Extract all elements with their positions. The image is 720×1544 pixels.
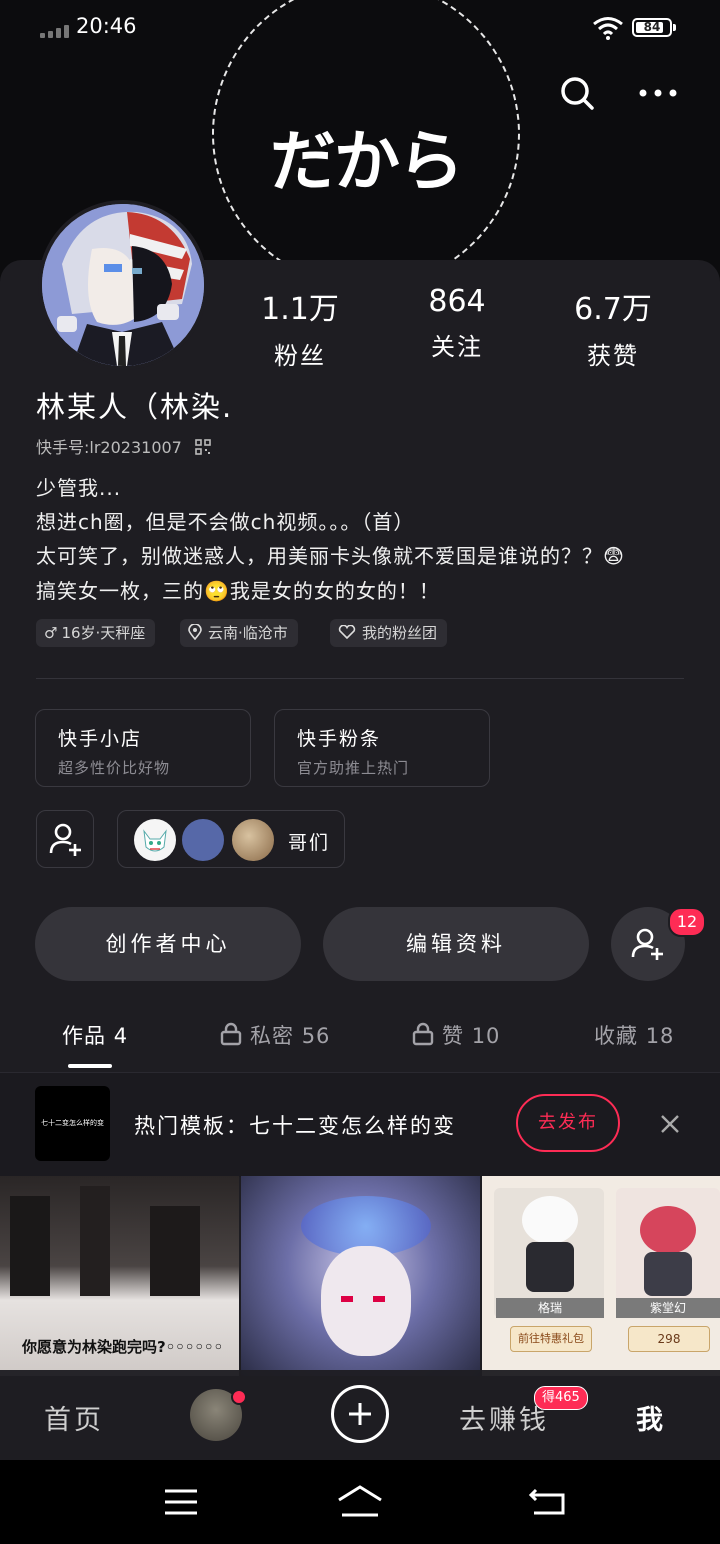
tag-location: 云南·临沧市 — [180, 619, 298, 647]
stat-likes[interactable]: 6.7万 获赞 — [538, 284, 688, 371]
status-bar: 20:46 84 — [0, 0, 720, 56]
edit-profile-button[interactable]: 编辑资料 — [323, 907, 589, 981]
add-person-icon — [49, 823, 81, 856]
create-button[interactable] — [331, 1385, 389, 1443]
card-subtitle: 超多性价比好物 — [58, 759, 171, 777]
qr-code-icon[interactable] — [195, 439, 211, 455]
card-kuaishou-promote[interactable]: 快手粉条 官方助推上热门 — [274, 709, 490, 787]
battery-level: 84 — [643, 20, 661, 34]
likes-label: 获赞 — [587, 342, 639, 370]
promo-text[interactable]: 热门模板：七十二变怎么样的变 — [134, 1110, 456, 1140]
tab-favorites[interactable]: 收藏 18 — [594, 1020, 674, 1050]
thumbnail-caption: 你愿意为林染跑完吗?◦◦◦◦◦◦ — [22, 1338, 224, 1356]
video-thumbnail[interactable]: 你愿意为林染跑完吗?◦◦◦◦◦◦ — [0, 1176, 239, 1376]
kuaishou-id: 快手号:lr20231007 — [36, 438, 182, 457]
profile-name: 林某人（林染. — [36, 390, 234, 424]
search-icon[interactable] — [558, 74, 596, 112]
tab-private[interactable]: 私密 56 — [220, 1020, 330, 1050]
avatar[interactable] — [38, 200, 208, 370]
kuaishou-id-row[interactable]: 快手号:lr20231007 — [36, 434, 211, 458]
game-price-label: 298 — [628, 1326, 710, 1352]
video-thumbnail[interactable] — [241, 1176, 480, 1376]
followers-label: 粉丝 — [274, 342, 326, 370]
game-char-label: 格瑞 — [496, 1298, 604, 1318]
following-label: 关注 — [431, 333, 483, 361]
game-button-label: 前往特惠礼包 — [510, 1326, 592, 1352]
nav-me[interactable]: 我 — [636, 1398, 666, 1437]
signal-icon — [40, 24, 72, 38]
notification-badge: 12 — [668, 907, 706, 937]
stat-following[interactable]: 864 关注 — [382, 284, 532, 362]
tag-age-zodiac: ♂ 16岁·天秤座 — [36, 619, 156, 647]
male-icon: ♂ — [44, 624, 58, 642]
close-icon[interactable] — [658, 1112, 682, 1136]
location-pin-icon — [188, 623, 202, 641]
add-friend-button[interactable] — [36, 810, 94, 868]
battery-icon: 84 — [632, 18, 676, 37]
status-time: 20:46 — [76, 14, 137, 38]
stat-followers[interactable]: 1.1万 粉丝 — [225, 284, 375, 371]
group-member-avatar — [230, 817, 276, 863]
group-name: 哥们 — [288, 832, 331, 854]
nav-home[interactable]: 首页 — [44, 1398, 104, 1437]
bio-line: 搞笑女一枚，三的🙄我是女的女的女的！！ — [36, 579, 440, 603]
more-icon[interactable] — [636, 82, 680, 104]
cover-text: だから — [270, 123, 464, 200]
home-icon[interactable] — [336, 1484, 384, 1518]
notification-dot — [231, 1389, 247, 1405]
card-title: 快手粉条 — [297, 728, 382, 750]
card-subtitle: 官方助推上热门 — [297, 759, 410, 777]
video-thumbnail[interactable]: 格瑞 紫堂幻 前往特惠礼包 298 — [482, 1176, 720, 1376]
earn-badge: 得465 — [534, 1386, 588, 1410]
bio-line: 少管我... — [36, 476, 122, 500]
following-count: 864 — [428, 284, 486, 319]
heart-icon — [338, 624, 356, 640]
tab-active-indicator — [68, 1064, 112, 1068]
card-title: 快手小店 — [58, 728, 143, 750]
bio-line: 想进ch圈，但是不会做ch视频。。。（首） — [36, 510, 415, 534]
creator-center-button[interactable]: 创作者中心 — [35, 907, 301, 981]
bio-line: 太可笑了，别做迷惑人，用美丽卡头像就不爱国是谁说的？？😨 — [36, 544, 625, 568]
tag-fan-club[interactable]: 我的粉丝团 — [330, 619, 448, 647]
promo-thumbnail[interactable]: 七十二变怎么样的变 — [35, 1086, 110, 1161]
likes-count: 6.7万 — [574, 292, 652, 327]
divider — [36, 678, 684, 679]
followers-count: 1.1万 — [261, 292, 339, 327]
wifi-icon — [593, 17, 623, 40]
group-chat-entry[interactable]: 哥们 — [117, 810, 345, 868]
plus-icon — [349, 1403, 371, 1425]
group-member-avatar — [180, 817, 226, 863]
back-icon[interactable] — [528, 1486, 568, 1516]
tab-likes[interactable]: 赞 10 — [412, 1020, 500, 1050]
avatar-illustration — [42, 204, 204, 366]
publish-button[interactable]: 去发布 — [516, 1094, 620, 1152]
menu-icon[interactable] — [163, 1488, 199, 1516]
card-kuaishou-store[interactable]: 快手小店 超多性价比好物 — [35, 709, 251, 787]
lock-icon — [220, 1022, 242, 1046]
group-member-avatar — [132, 817, 178, 863]
game-char-label: 紫堂幻 — [616, 1298, 720, 1318]
lock-icon — [412, 1022, 434, 1046]
tab-works[interactable]: 作品 4 — [62, 1020, 128, 1050]
